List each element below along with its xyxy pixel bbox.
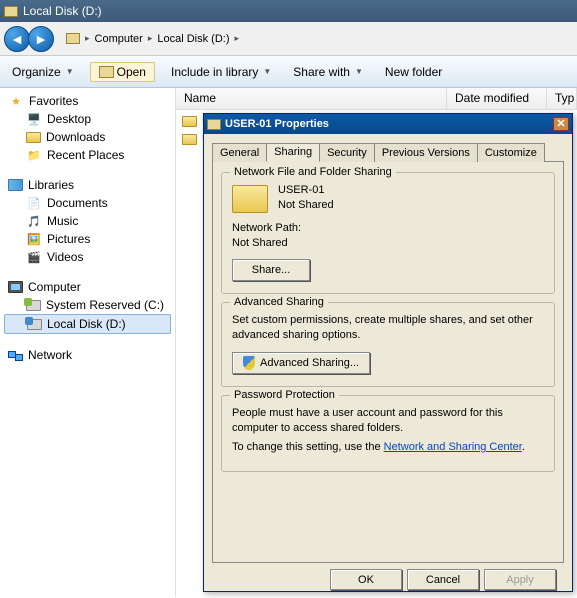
advanced-sharing-desc: Set custom permissions, create multiple … — [232, 313, 544, 343]
toolbar: Organize▼ Open Include in library▼ Share… — [0, 56, 577, 88]
sidebar-videos[interactable]: 🎬Videos — [0, 248, 175, 266]
fieldset-advanced-sharing: Advanced Sharing Set custom permissions,… — [221, 302, 555, 388]
cancel-button[interactable]: Cancel — [407, 569, 479, 590]
breadcrumb-root[interactable]: Computer — [95, 33, 143, 45]
new-folder-button[interactable]: New folder — [379, 62, 448, 82]
share-button[interactable]: Share... — [232, 259, 310, 281]
apply-button[interactable]: Apply — [484, 569, 556, 590]
window-titlebar: Local Disk (D:) — [0, 0, 577, 22]
folder-icon — [4, 6, 18, 17]
password-desc-2: To change this setting, use the Network … — [232, 440, 544, 455]
open-button[interactable]: Open — [90, 62, 155, 82]
share-with-button[interactable]: Share with▼ — [287, 62, 369, 82]
shield-icon — [243, 356, 255, 370]
col-name[interactable]: Name — [176, 88, 447, 109]
share-status: Not Shared — [278, 198, 334, 213]
sidebar-system-reserved[interactable]: System Reserved (C:) — [0, 296, 175, 314]
sidebar-computer[interactable]: Computer — [0, 278, 175, 296]
fieldset-legend: Advanced Sharing — [230, 296, 328, 308]
folder-icon — [232, 185, 268, 213]
folder-icon — [66, 33, 80, 44]
tab-panel-sharing: Network File and Folder Sharing USER-01 … — [212, 161, 564, 563]
advanced-sharing-button[interactable]: Advanced Sharing... — [232, 352, 370, 374]
network-path-label: Network Path: — [232, 221, 544, 236]
nav-sidebar: ★Favorites 🖥️Desktop Downloads 📁Recent P… — [0, 88, 176, 597]
col-date[interactable]: Date modified — [447, 88, 547, 109]
sidebar-music[interactable]: 🎵Music — [0, 212, 175, 230]
ok-button[interactable]: OK — [330, 569, 402, 590]
fieldset-legend: Password Protection — [230, 389, 339, 401]
tab-strip: General Sharing Security Previous Versio… — [212, 143, 564, 162]
network-path-value: Not Shared — [232, 236, 544, 251]
tab-sharing[interactable]: Sharing — [266, 143, 320, 162]
sidebar-favorites[interactable]: ★Favorites — [0, 92, 175, 110]
sidebar-desktop[interactable]: 🖥️Desktop — [0, 110, 175, 128]
dialog-title: USER-01 Properties — [225, 118, 329, 130]
sidebar-network[interactable]: Network — [0, 346, 175, 364]
dialog-button-row: OK Cancel Apply — [212, 563, 564, 590]
breadcrumb[interactable]: ▸ Computer ▸ Local Disk (D:) ▸ — [62, 31, 245, 47]
share-name: USER-01 — [278, 183, 334, 198]
back-button[interactable]: ◄ — [4, 26, 30, 52]
sidebar-libraries[interactable]: Libraries — [0, 176, 175, 194]
fieldset-password-protection: Password Protection People must have a u… — [221, 395, 555, 472]
sidebar-documents[interactable]: 📄Documents — [0, 194, 175, 212]
include-library-button[interactable]: Include in library▼ — [165, 62, 277, 82]
password-desc-1: People must have a user account and pass… — [232, 406, 544, 436]
column-headers: Name Date modified Typ — [176, 88, 577, 110]
tab-previous-versions[interactable]: Previous Versions — [374, 143, 478, 162]
sidebar-pictures[interactable]: 🖼️Pictures — [0, 230, 175, 248]
fieldset-network-sharing: Network File and Folder Sharing USER-01 … — [221, 172, 555, 294]
fieldset-legend: Network File and Folder Sharing — [230, 166, 396, 178]
properties-dialog: USER-01 Properties ✕ General Sharing Sec… — [203, 113, 573, 592]
breadcrumb-loc[interactable]: Local Disk (D:) — [157, 33, 229, 45]
tab-customize[interactable]: Customize — [477, 143, 545, 162]
dialog-titlebar: USER-01 Properties ✕ — [204, 114, 572, 134]
sidebar-downloads[interactable]: Downloads — [0, 128, 175, 146]
sidebar-recent[interactable]: 📁Recent Places — [0, 146, 175, 164]
folder-icon — [207, 119, 221, 130]
folder-icon — [99, 66, 114, 78]
window-title: Local Disk (D:) — [23, 4, 102, 18]
sidebar-local-disk-d[interactable]: Local Disk (D:) — [4, 314, 171, 334]
nav-row: ◄ ► ▸ Computer ▸ Local Disk (D:) ▸ — [0, 22, 577, 56]
network-sharing-center-link[interactable]: Network and Sharing Center — [384, 441, 522, 453]
col-type[interactable]: Typ — [547, 88, 577, 109]
tab-general[interactable]: General — [212, 143, 267, 162]
close-button[interactable]: ✕ — [553, 117, 569, 131]
organize-button[interactable]: Organize▼ — [6, 62, 80, 82]
forward-button[interactable]: ► — [28, 26, 54, 52]
tab-security[interactable]: Security — [319, 143, 375, 162]
